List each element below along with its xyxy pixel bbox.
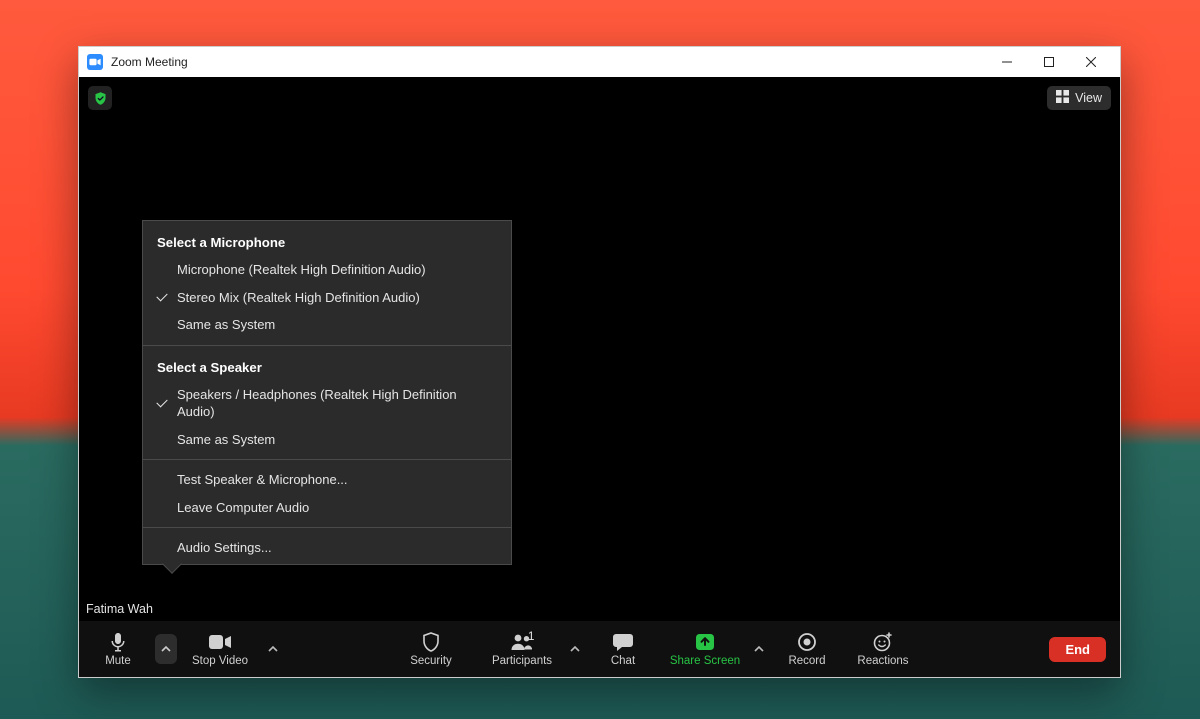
- mic-section-header: Select a Microphone: [143, 227, 511, 256]
- share-screen-label: Share Screen: [670, 655, 740, 667]
- microphone-icon: [109, 631, 127, 653]
- reactions-button[interactable]: Reactions: [845, 623, 921, 675]
- menu-divider: [143, 527, 511, 528]
- video-area: View Fatima Wah Select a Microphone Micr…: [79, 77, 1120, 621]
- audio-options-menu: Select a Microphone Microphone (Realtek …: [142, 220, 512, 565]
- mic-option[interactable]: Microphone (Realtek High Definition Audi…: [143, 256, 511, 284]
- minimize-button[interactable]: [986, 47, 1028, 77]
- view-button[interactable]: View: [1047, 86, 1111, 110]
- participants-button[interactable]: 1 Participants: [479, 623, 565, 675]
- video-camera-icon: [209, 631, 231, 653]
- share-screen-icon: [695, 631, 715, 653]
- end-label: End: [1065, 642, 1090, 657]
- maximize-button[interactable]: [1028, 47, 1070, 77]
- end-button[interactable]: End: [1049, 637, 1106, 662]
- mute-button[interactable]: Mute: [85, 623, 151, 675]
- chat-bubble-icon: [613, 631, 633, 653]
- encryption-shield-badge[interactable]: [88, 86, 112, 110]
- participants-label: Participants: [492, 655, 552, 667]
- audio-settings-item[interactable]: Audio Settings...: [143, 534, 511, 562]
- mic-option[interactable]: Same as System: [143, 311, 511, 339]
- record-label: Record: [788, 655, 825, 667]
- smiley-plus-icon: [873, 631, 893, 653]
- security-label: Security: [410, 655, 452, 667]
- speaker-option[interactable]: Speakers / Headphones (Realtek High Defi…: [143, 381, 511, 426]
- stop-video-label: Stop Video: [192, 655, 248, 667]
- chat-label: Chat: [611, 655, 635, 667]
- chat-button[interactable]: Chat: [593, 623, 653, 675]
- reactions-label: Reactions: [857, 655, 908, 667]
- titlebar: Zoom Meeting: [79, 47, 1120, 77]
- participants-menu-caret[interactable]: [565, 634, 585, 664]
- meeting-toolbar: Mute Stop Video: [79, 621, 1120, 677]
- mic-option[interactable]: Stereo Mix (Realtek High Definition Audi…: [143, 284, 511, 312]
- view-label: View: [1075, 91, 1102, 105]
- window-title: Zoom Meeting: [111, 55, 188, 69]
- participants-count: 1: [528, 631, 534, 643]
- people-icon: 1: [510, 631, 534, 653]
- test-speaker-mic-item[interactable]: Test Speaker & Microphone...: [143, 466, 511, 494]
- record-icon: [798, 631, 816, 653]
- close-button[interactable]: [1070, 47, 1112, 77]
- video-menu-caret[interactable]: [263, 634, 283, 664]
- stop-video-button[interactable]: Stop Video: [181, 623, 259, 675]
- speaker-option[interactable]: Same as System: [143, 426, 511, 454]
- grid-view-icon: [1056, 90, 1069, 106]
- zoom-app-icon: [87, 54, 103, 70]
- desktop-background: Zoom Meeting View Fatima Wah Sele: [0, 0, 1200, 719]
- share-screen-button[interactable]: Share Screen: [661, 623, 749, 675]
- shield-icon: [422, 631, 440, 653]
- share-menu-caret[interactable]: [749, 634, 769, 664]
- menu-divider: [143, 345, 511, 346]
- record-button[interactable]: Record: [775, 623, 839, 675]
- menu-divider: [143, 459, 511, 460]
- mute-label: Mute: [105, 655, 131, 667]
- zoom-window: Zoom Meeting View Fatima Wah Sele: [78, 46, 1121, 678]
- audio-menu-caret[interactable]: [155, 634, 177, 664]
- participant-name-overlay: Fatima Wah: [83, 601, 156, 617]
- speaker-section-header: Select a Speaker: [143, 352, 511, 381]
- security-button[interactable]: Security: [393, 623, 469, 675]
- leave-computer-audio-item[interactable]: Leave Computer Audio: [143, 494, 511, 522]
